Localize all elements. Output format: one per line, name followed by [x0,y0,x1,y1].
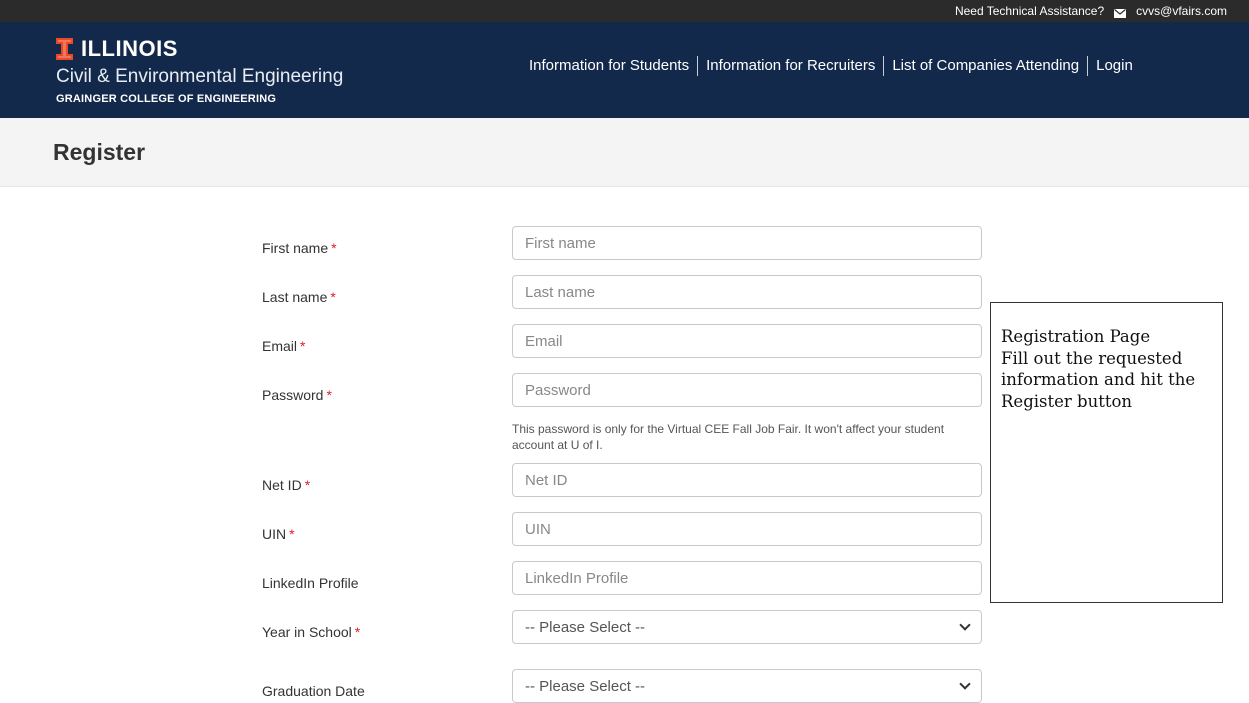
graduation-date-label: Graduation Date [262,683,365,699]
required-marker: * [304,477,311,493]
required-marker: * [289,526,295,542]
first-name-label: First name * [262,240,337,256]
password-hint: This password is only for the Virtual CE… [512,422,945,452]
net-id-input[interactable]: Net ID [512,463,982,497]
year-in-school-label: Year in School * [262,624,361,640]
year-in-school-select[interactable]: -- Please Select -- [512,610,982,644]
main-nav: Information for Students Information for… [521,56,1141,76]
illinois-wordmark: ILLINOIS [81,36,178,61]
required-marker: * [300,338,306,354]
page-title-bar: Register [0,118,1249,187]
password-input[interactable]: Password [512,373,982,407]
tech-assist-text: Need Technical Assistance? [954,4,1105,18]
site-header: ILLINOIS Civil & Environmental Engineeri… [0,22,1249,118]
net-id-label: Net ID * [262,477,311,493]
email-input[interactable]: Email [512,324,982,358]
college-name: GRAINGER COLLEGE OF ENGINEERING [56,93,277,105]
graduation-date-select[interactable]: -- Please Select -- [512,669,982,703]
last-name-label: Last name * [262,289,336,305]
chevron-down-icon [959,678,971,690]
annotation-text: Fill out the requested information and h… [1001,348,1196,411]
uin-label: UIN * [262,526,295,542]
email-label: Email * [262,338,306,354]
nav-info-recruiters[interactable]: Information for Recruiters [698,56,883,76]
required-marker: * [331,240,337,256]
mail-icon [1114,7,1127,18]
last-name-input[interactable]: Last name [512,275,982,309]
linkedin-input[interactable]: LinkedIn Profile [512,561,982,595]
nav-companies-list[interactable]: List of Companies Attending [884,56,1087,76]
graduation-date-value: -- Please Select -- [525,677,646,695]
required-marker: * [354,624,361,640]
page-title: Register [53,138,146,165]
annotation-title: Registration Page [1001,327,1151,346]
first-name-input[interactable]: First name [512,226,982,260]
top-bar: Need Technical Assistance? cvvs@vfairs.c… [0,0,1249,22]
linkedin-label: LinkedIn Profile [262,575,359,591]
chevron-down-icon [959,619,971,631]
password-label: Password * [262,387,332,403]
block-i-icon [56,38,73,60]
uin-input[interactable]: UIN [512,512,982,546]
department-name: Civil & Environmental Engineering [56,66,344,87]
nav-info-students[interactable]: Information for Students [521,56,697,76]
illinois-logo[interactable]: ILLINOIS Civil & Environmental Engineeri… [56,36,343,105]
required-marker: * [330,289,336,305]
annotation-box: Registration Page Fill out the requested… [990,302,1223,603]
nav-login[interactable]: Login [1088,56,1141,76]
support-email-link[interactable]: cvvs@vfairs.com [1136,4,1227,18]
required-marker: * [326,387,332,403]
year-in-school-value: -- Please Select -- [525,618,646,636]
